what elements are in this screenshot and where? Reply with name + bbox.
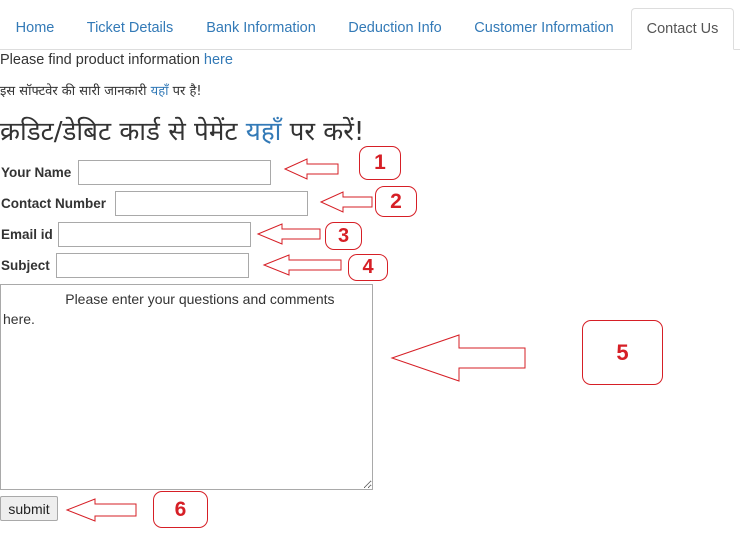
callout-5: 5 [582, 320, 663, 385]
email-input[interactable] [58, 222, 251, 247]
hindi-info-text: इस सॉफ्टवेर की सारी जानकारी यहाँ पर है! [0, 81, 202, 99]
callout-4: 4 [348, 254, 388, 281]
hindi-info-link[interactable]: यहाँ [151, 84, 169, 99]
hindi-info-suffix: पर है! [168, 84, 202, 99]
arrow-2-icon [319, 191, 373, 213]
subject-label: Subject [1, 258, 50, 273]
arrow-5-icon [390, 334, 526, 382]
tab-bank-information[interactable]: Bank Information [190, 8, 332, 49]
tab-deduction-info[interactable]: Deduction Info [332, 8, 458, 49]
product-info-label: Please find product information [0, 52, 204, 68]
tab-ticket-details[interactable]: Ticket Details [70, 8, 190, 49]
submit-button[interactable]: submit [0, 496, 58, 521]
email-label: Email id [1, 227, 53, 242]
callout-2: 2 [375, 186, 417, 217]
arrow-4-icon [262, 254, 342, 276]
comments-textarea[interactable] [0, 284, 373, 490]
callout-1: 1 [359, 146, 401, 180]
payment-heading-suffix: पर करें! [281, 117, 365, 147]
name-label: Your Name [1, 165, 72, 180]
callout-6: 6 [153, 491, 208, 528]
product-info-text: Please find product information here [0, 52, 233, 68]
payment-link[interactable]: यहाँ [246, 117, 282, 147]
arrow-3-icon [256, 223, 321, 245]
name-input[interactable] [78, 160, 271, 185]
payment-heading-label: क्रडिट/डेबिट कार्ड से पेमेंट [0, 117, 246, 147]
subject-input[interactable] [56, 253, 249, 278]
tab-customer-information[interactable]: Customer Information [458, 8, 630, 49]
product-info-link[interactable]: here [204, 52, 233, 68]
contact-number-label: Contact Number [1, 196, 107, 211]
hindi-info-label: इस सॉफ्टवेर की सारी जानकारी [0, 84, 151, 99]
arrow-1-icon [283, 158, 339, 180]
contact-number-input[interactable] [115, 191, 308, 216]
tab-home[interactable]: Home [0, 8, 70, 49]
arrow-6-icon [65, 498, 137, 522]
payment-heading: क्रडिट/डेबिट कार्ड से पेमेंट यहाँ पर करे… [0, 112, 364, 148]
callout-3: 3 [325, 222, 362, 250]
nav-tabs: Home Ticket Details Bank Information Ded… [0, 8, 740, 50]
tab-contact-us[interactable]: Contact Us [631, 8, 734, 50]
